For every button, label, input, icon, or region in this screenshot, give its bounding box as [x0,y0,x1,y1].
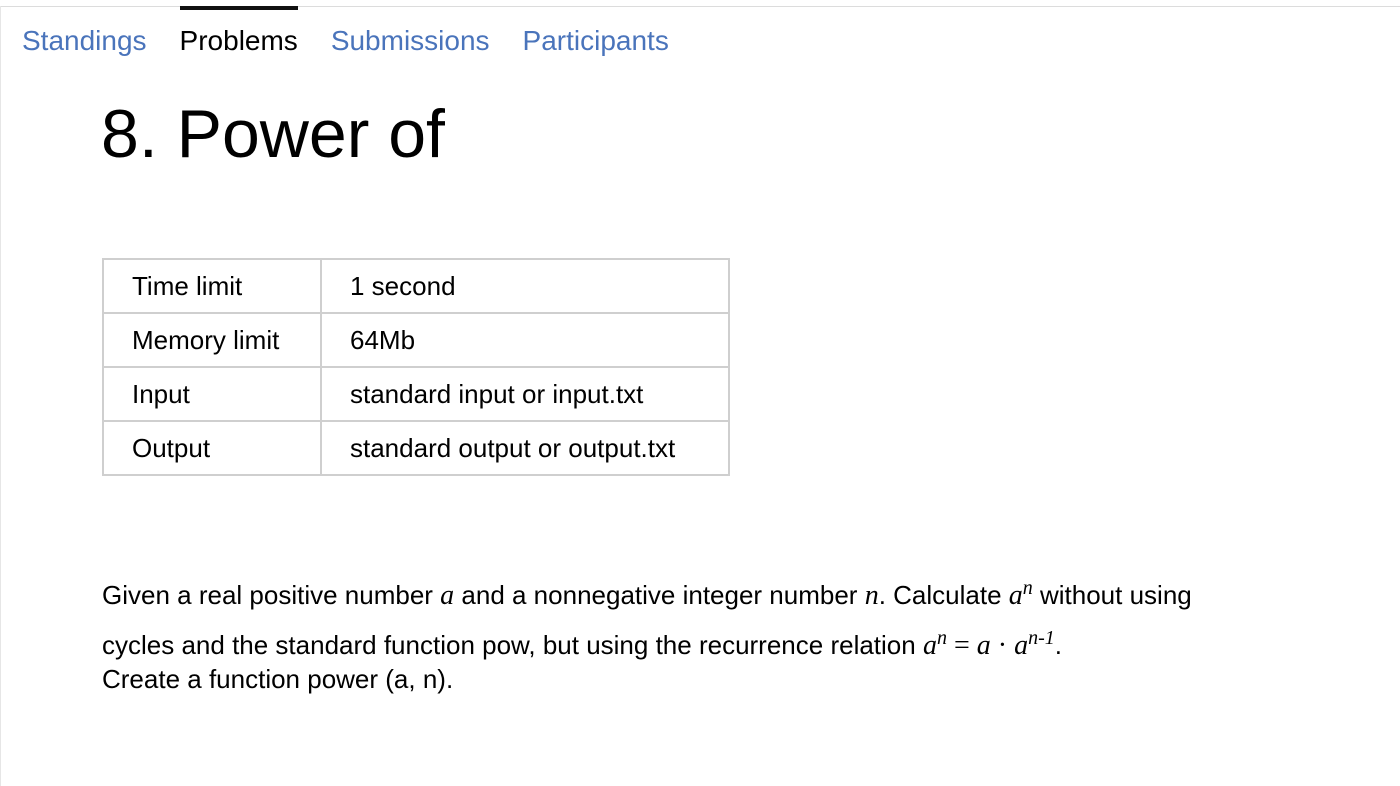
limit-key: Time limit [102,258,322,314]
statement-text: . [1054,630,1062,660]
tab-submissions[interactable]: Submissions [331,6,490,55]
table-row: Input standard input or input.txt [102,366,730,422]
limit-value: 1 second [320,258,730,314]
statement-text: Given a real positive number [102,580,441,610]
math-var-a: a [1008,580,1023,611]
math-exponent-n: n [1022,577,1033,599]
table-row: Time limit 1 second [102,258,730,314]
contest-tabs: Standings Problems Submissions Participa… [22,6,702,58]
table-row: Memory limit 64Mb [102,312,730,368]
statement-text: cycles and the standard function pow, bu… [102,630,923,660]
math-dot: · [991,630,1014,661]
statement-text: without using [1032,580,1192,610]
statement-line: Create a function power (a, n). [102,664,454,694]
left-divider [0,6,1,786]
statement-line: cycles and the standard function pow, bu… [102,624,1342,664]
math-dot-sign: · [997,630,1008,661]
math-equals: = [947,630,977,661]
statement-line: Given a real positive number a and a non… [102,574,1342,624]
limit-value: 64Mb [320,312,730,368]
limit-value: standard output or output.txt [320,420,730,476]
math-var-a: a [976,630,991,661]
table-row: Output standard output or output.txt [102,420,730,476]
limit-key: Input [102,366,322,422]
tab-standings[interactable]: Standings [22,6,147,55]
tab-participants[interactable]: Participants [523,6,669,55]
statement-text: . Calculate [878,580,1009,610]
math-var-n: n [864,580,879,611]
math-var-a: a [922,630,937,661]
math-var-a: a [440,580,455,611]
problem-statement: Given a real positive number a and a non… [102,574,1342,694]
tab-problems[interactable]: Problems [179,6,299,55]
math-var-a: a [1014,630,1029,661]
math-equals-sign: = [953,630,970,661]
page: Standings Problems Submissions Participa… [0,0,1400,786]
statement-text: and a nonnegative integer number [454,580,865,610]
limit-key: Output [102,420,322,476]
limit-key: Memory limit [102,312,322,368]
problem-title: 8. Power of [101,96,445,172]
limits-table: Time limit 1 second Memory limit 64Mb In… [102,258,730,476]
math-exponent-n: n [936,627,947,649]
limit-value: standard input or input.txt [320,366,730,422]
math-exponent-n-minus-1: n-1 [1028,627,1055,649]
